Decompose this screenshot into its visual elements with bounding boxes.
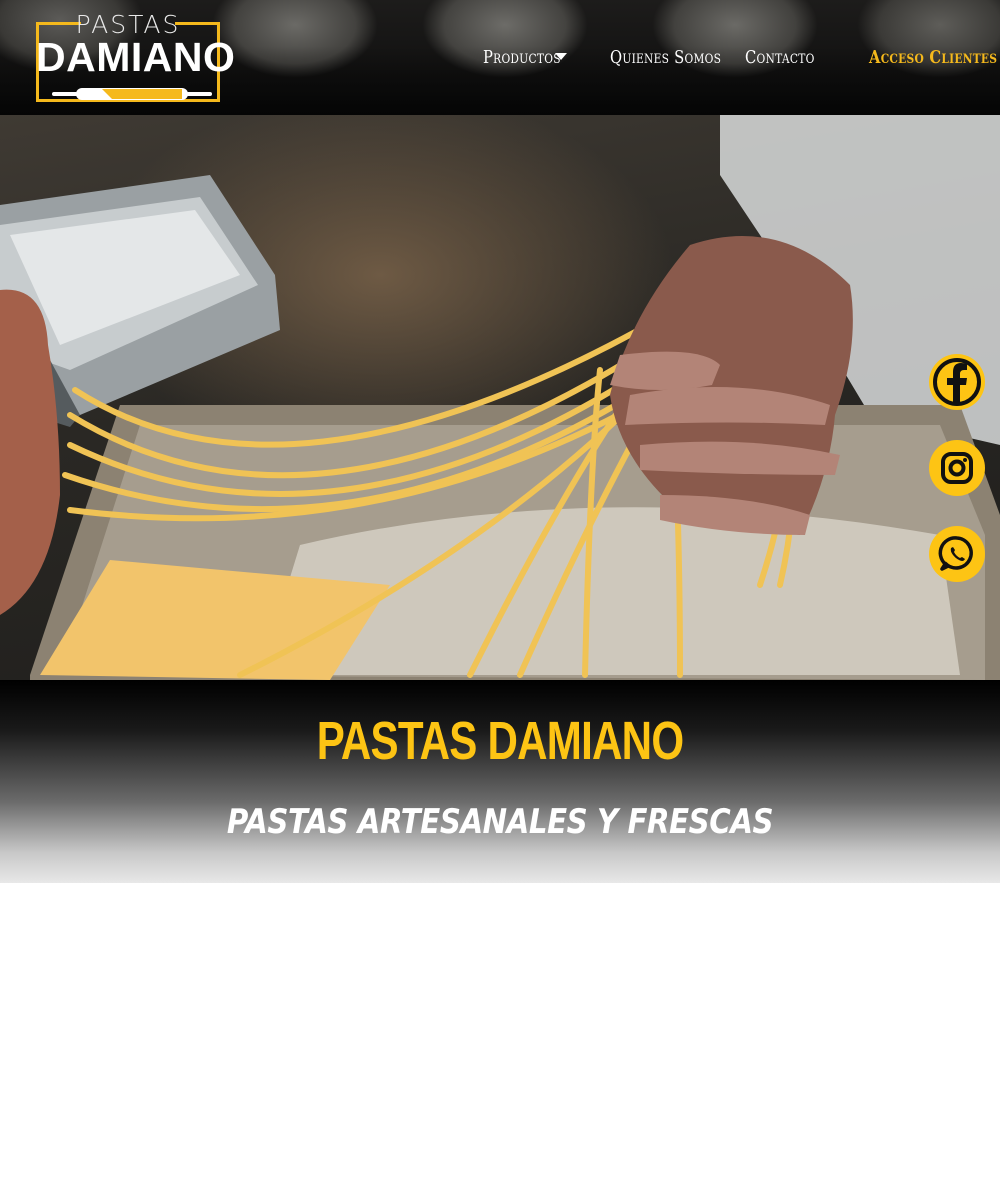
site-header: PASTAS DAMIANO Productos Quienes Somos C… (0, 0, 1000, 115)
brand-banner: PASTAS DAMIANO PASTAS ARTESANALES Y FRES… (0, 680, 1000, 883)
nav-productos[interactable]: Productos (483, 44, 561, 72)
banner-subtitle: PASTAS ARTESANALES Y FRESCAS (226, 802, 774, 842)
facebook-icon (933, 358, 981, 406)
instagram-icon (941, 452, 973, 484)
hero-image (0, 115, 1000, 680)
nav-contacto[interactable]: Contacto (745, 44, 815, 72)
nav-acceso-clientes[interactable]: Acceso Clientes (869, 44, 997, 72)
pasta-making-illustration (0, 115, 1000, 680)
facebook-button[interactable] (929, 354, 985, 410)
chevron-down-icon[interactable] (555, 53, 567, 60)
whatsapp-icon (938, 536, 973, 571)
instagram-button[interactable] (929, 440, 985, 496)
main-nav: Productos Quienes Somos Contacto Acceso … (0, 0, 1000, 115)
whatsapp-button[interactable] (929, 526, 985, 582)
nav-quienes-somos[interactable]: Quienes Somos (610, 44, 721, 72)
banner-title: PASTAS DAMIANO (316, 711, 684, 771)
